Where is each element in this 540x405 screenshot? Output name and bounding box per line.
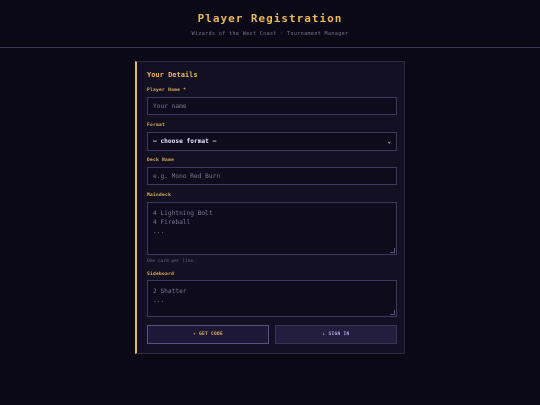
get-code-button[interactable]: ✦ GET CODE	[147, 325, 269, 344]
sideboard-textarea[interactable]: 2 Shatter ...	[147, 280, 397, 317]
format-select[interactable]: — choose format — ⌄	[147, 132, 397, 151]
deck-name-placeholder: e.g. Mono Red Burn	[153, 172, 221, 180]
format-selected-value: — choose format —	[153, 138, 217, 145]
maindeck-placeholder-line: ...	[153, 228, 165, 235]
resize-handle-icon[interactable]	[390, 248, 395, 253]
sideboard-placeholder-line: ...	[153, 297, 165, 304]
sign-in-button[interactable]: ↓ SIGN IN	[275, 325, 397, 344]
player-name-input[interactable]: Your name	[147, 97, 397, 115]
deck-name-input[interactable]: e.g. Mono Red Burn	[147, 167, 397, 185]
format-label: Format	[147, 123, 166, 128]
maindeck-placeholder-line: 4 Fireball	[153, 219, 191, 226]
chevron-down-icon: ⌄	[387, 138, 391, 145]
sideboard-label: Sideboard	[147, 272, 175, 277]
player-name-placeholder: Your name	[153, 102, 187, 110]
registration-card: Your Details Player Name * Your name For…	[135, 61, 405, 354]
resize-handle-icon[interactable]	[390, 310, 395, 315]
page-header: Player Registration Wizards of the West …	[0, 0, 540, 48]
deck-name-label: Deck Name	[147, 158, 175, 163]
page-title: Player Registration	[197, 12, 343, 25]
page-subtitle: Wizards of the West Coast · Tournament M…	[191, 31, 349, 37]
player-name-label: Player Name *	[147, 88, 187, 93]
maindeck-textarea[interactable]: 4 Lightning Bolt 4 Fireball ...	[147, 202, 397, 255]
maindeck-placeholder-line: 4 Lightning Bolt	[153, 210, 213, 217]
maindeck-hint: One card per line.	[147, 259, 196, 264]
maindeck-label: Maindeck	[147, 193, 172, 198]
sideboard-placeholder-line: 2 Shatter	[153, 288, 187, 295]
section-title: Your Details	[147, 71, 198, 79]
